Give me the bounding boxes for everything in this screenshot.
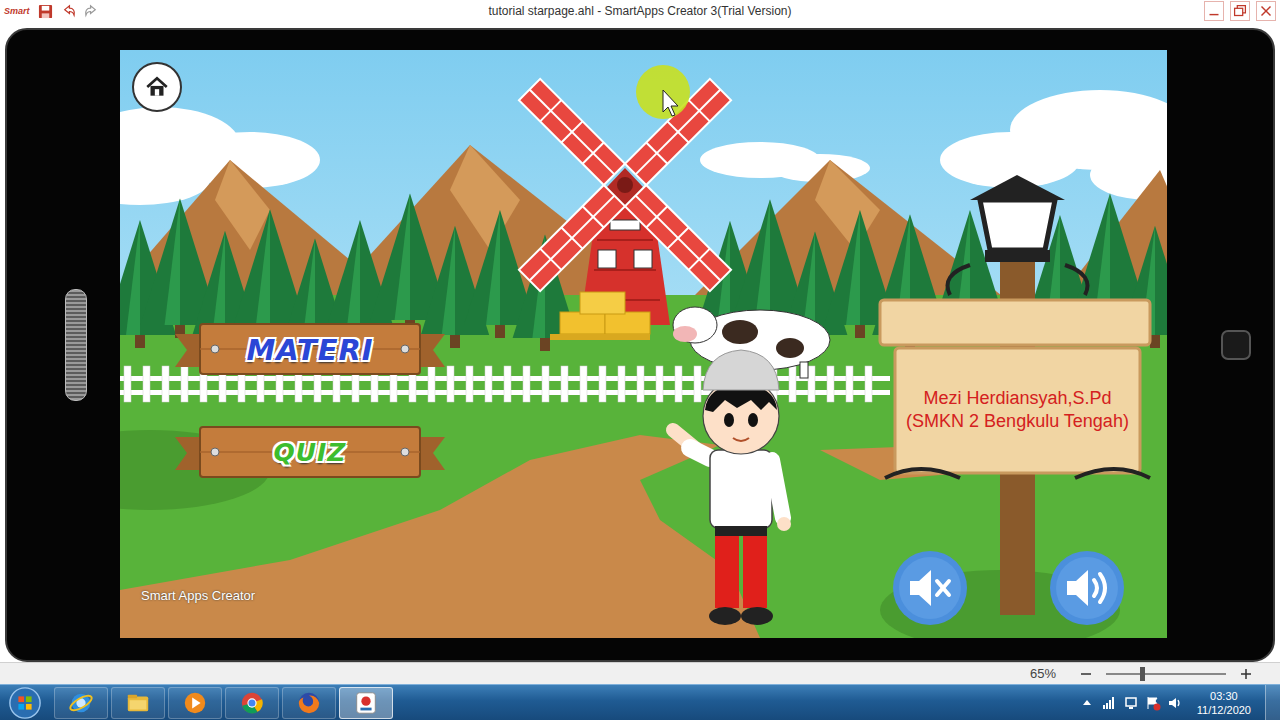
taskbar: 03:3011/12/2020 (0, 684, 1280, 720)
taskbar-app[interactable] (168, 687, 222, 719)
boy-character (673, 350, 791, 625)
desktop: Smart tutorial starpage.ahl - SmartApps C… (0, 0, 1280, 720)
restore-icon[interactable] (1230, 1, 1250, 21)
workspace: MATERI QUIZ Mezi Herdiansyah,S.Pd(SMKN 2 B… (0, 22, 1280, 662)
sac-icon (353, 690, 379, 716)
taskbar-app[interactable] (339, 687, 393, 719)
app-logo: Smart (4, 6, 30, 16)
clock[interactable]: 03:3011/12/2020 (1189, 689, 1259, 717)
taskbar-app[interactable] (225, 687, 279, 719)
redo-icon[interactable] (84, 4, 99, 19)
zoom-out-icon[interactable] (1080, 668, 1092, 680)
menu-button[interactable]: MATERI (175, 322, 445, 377)
show-hidden-icon[interactable] (1079, 695, 1095, 711)
taskbar-app[interactable] (54, 687, 108, 719)
window-title: tutorial starpage.ahl - SmartApps Creato… (154, 4, 1126, 18)
menu-button[interactable]: QUIZ (175, 425, 445, 480)
zoom-in-icon[interactable] (1240, 668, 1252, 680)
mute-button[interactable] (892, 550, 968, 626)
main-menu: MATERI QUIZ (175, 322, 445, 480)
title-bar: Smart tutorial starpage.ahl - SmartApps C… (0, 0, 1280, 22)
sound-button[interactable] (1049, 550, 1125, 626)
phone-side-button[interactable] (65, 289, 87, 401)
taskbar-app[interactable] (282, 687, 336, 719)
action-center-icon[interactable] (1145, 695, 1161, 711)
zoom-value: 65% (1030, 666, 1056, 681)
watermark: Smart Apps Creator (141, 588, 255, 603)
signpost (880, 175, 1150, 615)
firefox-icon (296, 690, 322, 716)
phone-square-button[interactable] (1221, 330, 1251, 360)
undo-icon[interactable] (61, 4, 76, 19)
home-button[interactable] (132, 62, 182, 112)
clock-time: 03:30 (1210, 689, 1238, 703)
clock-date: 11/12/2020 (1197, 703, 1251, 717)
sound-controls (892, 550, 1125, 626)
start-button-icon[interactable] (6, 686, 44, 720)
phone-frame: MATERI QUIZ Mezi Herdiansyah,S.Pd(SMKN 2 B… (5, 28, 1275, 662)
volume-icon[interactable] (1167, 695, 1183, 711)
app-screen: MATERI QUIZ Mezi Herdiansyah,S.Pd(SMKN 2 B… (120, 50, 1167, 638)
network-icon[interactable] (1123, 695, 1139, 711)
hay-bales (550, 292, 650, 340)
explorer-icon (125, 690, 151, 716)
chrome-icon (239, 690, 265, 716)
cursor-icon (663, 90, 678, 116)
ie-icon (68, 690, 94, 716)
cursor-highlight (636, 65, 690, 119)
save-icon[interactable] (38, 4, 53, 19)
signal-icon[interactable] (1101, 695, 1117, 711)
close-icon[interactable] (1256, 1, 1276, 21)
speaker-mute-icon (892, 550, 968, 626)
windmill (519, 79, 731, 325)
minimize-icon[interactable] (1204, 1, 1224, 21)
taskbar-app[interactable] (111, 687, 165, 719)
status-bar: 65% (0, 662, 1280, 684)
system-tray: 03:3011/12/2020 (1079, 685, 1280, 720)
house-icon (144, 74, 170, 100)
media-icon (182, 690, 208, 716)
author-sign: Mezi Herdiansyah,S.Pd(SMKN 2 Bengkulu Te… (895, 350, 1140, 470)
sign-line: (SMKN 2 Bengkulu Tengah) (906, 411, 1129, 432)
show-desktop-button[interactable] (1265, 685, 1280, 720)
zoom-slider[interactable] (1106, 673, 1226, 675)
sign-line: Mezi Herdiansyah,S.Pd (923, 388, 1111, 409)
sky (120, 50, 1167, 638)
speaker-on-icon (1049, 550, 1125, 626)
